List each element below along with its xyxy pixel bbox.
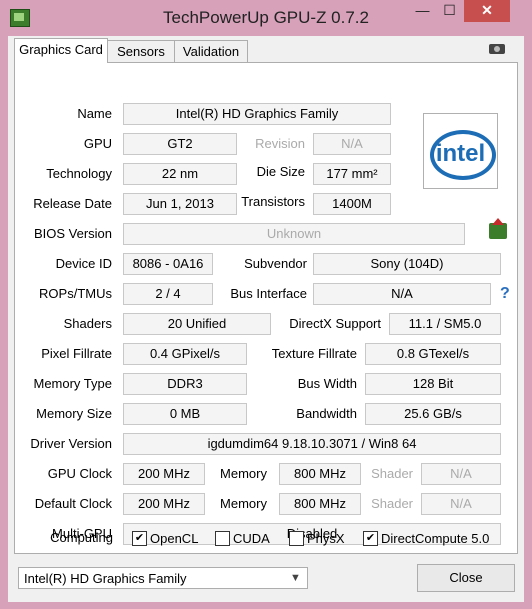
physx-label: PhysX [307, 531, 345, 546]
graphics-card-panel: Name Intel(R) HD Graphics Family GPU GT2… [14, 62, 518, 554]
name-label: Name [77, 106, 112, 121]
die-size-value: 177 mm² [313, 163, 391, 185]
device-id-value: 8086 - 0A16 [123, 253, 213, 275]
pixel-fillrate-value: 0.4 GPixel/s [123, 343, 247, 365]
gpu-value: GT2 [123, 133, 237, 155]
gpu-clock-shader-value: N/A [421, 463, 501, 485]
client-area: Graphics Card Sensors Validation Name In… [8, 36, 524, 602]
help-icon[interactable]: ? [500, 285, 510, 303]
memory-type-label: Memory Type [33, 376, 112, 391]
release-date-label: Release Date [33, 196, 112, 211]
shaders-label: Shaders [63, 316, 112, 331]
gpu-label: GPU [83, 136, 112, 151]
bios-version-label: BIOS Version [33, 226, 112, 241]
opencl-checkbox[interactable]: ✔ [132, 531, 147, 546]
directcompute-label: DirectCompute 5.0 [381, 531, 490, 546]
texture-fillrate-value: 0.8 GTexel/s [365, 343, 501, 365]
close-button[interactable]: Close [417, 564, 515, 592]
window-close-button[interactable]: ✕ [464, 0, 510, 22]
subvendor-value: Sony (104D) [313, 253, 501, 275]
intel-logo-text: intel [435, 140, 486, 167]
tab-validation[interactable]: Validation [174, 40, 248, 62]
cuda-label: CUDA [233, 531, 270, 546]
intel-logo: intel [423, 113, 498, 189]
pixel-fillrate-label: Pixel Fillrate [41, 346, 112, 361]
bios-version-value: Unknown [123, 223, 465, 245]
physx-checkbox[interactable] [289, 531, 304, 546]
gpu-clock-memory-value: 800 MHz [279, 463, 361, 485]
default-clock-label: Default Clock [34, 496, 112, 511]
transistors-label: Transistors [241, 194, 305, 209]
technology-value: 22 nm [123, 163, 237, 185]
directx-support-value: 11.1 / SM5.0 [389, 313, 501, 335]
revision-value: N/A [313, 133, 391, 155]
gpu-select-dropdown[interactable]: Intel(R) HD Graphics Family [18, 567, 308, 589]
directcompute-checkbox[interactable]: ✔ [363, 531, 378, 546]
bandwidth-value: 25.6 GB/s [365, 403, 501, 425]
default-clock-memory-value: 800 MHz [279, 493, 361, 515]
bus-width-label: Bus Width [297, 376, 357, 391]
die-size-label: Die Size [256, 164, 305, 179]
subvendor-label: Subvendor [244, 256, 307, 271]
gpu-clock-memory-label: Memory [220, 466, 267, 481]
chevron-down-icon[interactable]: ▼ [290, 572, 301, 584]
tab-sensors[interactable]: Sensors [107, 40, 175, 62]
bus-interface-value: N/A [313, 283, 491, 305]
shaders-value: 20 Unified [123, 313, 271, 335]
directx-support-label: DirectX Support [289, 316, 381, 331]
technology-label: Technology [46, 166, 112, 181]
transistors-value: 1400M [313, 193, 391, 215]
texture-fillrate-label: Texture Fillrate [271, 346, 357, 361]
bandwidth-label: Bandwidth [296, 406, 357, 421]
rops-tmus-value: 2 / 4 [123, 283, 213, 305]
default-clock-value: 200 MHz [123, 493, 205, 515]
default-clock-shader-label: Shader [371, 496, 413, 511]
revision-label: Revision [255, 136, 305, 151]
memory-size-label: Memory Size [36, 406, 112, 421]
camera-icon[interactable] [489, 44, 505, 54]
rops-tmus-label: ROPs/TMUs [39, 286, 112, 301]
bios-save-icon[interactable] [489, 218, 507, 239]
default-clock-shader-value: N/A [421, 493, 501, 515]
release-date-value: Jun 1, 2013 [123, 193, 237, 215]
bus-width-value: 128 Bit [365, 373, 501, 395]
memory-size-value: 0 MB [123, 403, 247, 425]
tab-graphics-card[interactable]: Graphics Card [14, 38, 108, 63]
gpu-clock-shader-label: Shader [371, 466, 413, 481]
cuda-checkbox[interactable] [215, 531, 230, 546]
driver-version-value: igdumdim64 9.18.10.3071 / Win8 64 [123, 433, 501, 455]
gpu-clock-value: 200 MHz [123, 463, 205, 485]
driver-version-label: Driver Version [30, 436, 112, 451]
name-value: Intel(R) HD Graphics Family [123, 103, 391, 125]
device-id-label: Device ID [55, 256, 112, 271]
minimize-button[interactable]: — [409, 0, 436, 22]
opencl-label: OpenCL [150, 531, 199, 546]
maximize-button[interactable]: ☐ [436, 0, 463, 22]
memory-type-value: DDR3 [123, 373, 247, 395]
computing-label: Computing [50, 530, 113, 545]
default-clock-memory-label: Memory [220, 496, 267, 511]
gpu-clock-label: GPU Clock [47, 466, 112, 481]
bus-interface-label: Bus Interface [230, 286, 307, 301]
